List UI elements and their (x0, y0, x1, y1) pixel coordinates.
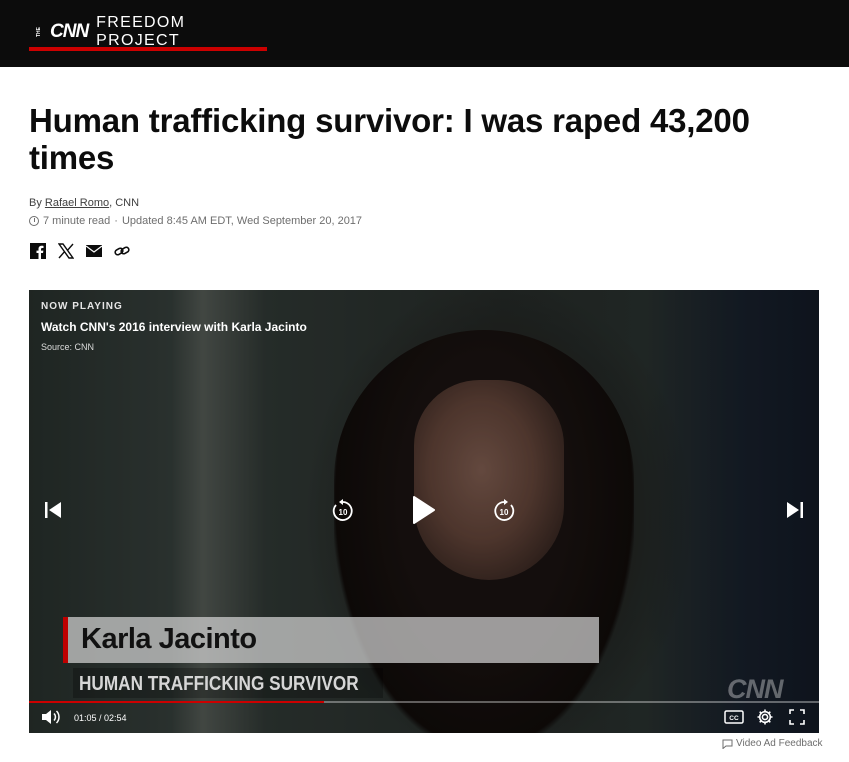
captions-icon[interactable]: CC (724, 709, 744, 725)
fullscreen-icon[interactable] (788, 708, 806, 726)
forward-10-icon[interactable]: 10 (491, 498, 517, 524)
play-icon (413, 496, 435, 524)
x-icon[interactable] (57, 242, 75, 260)
feedback-icon (722, 739, 733, 749)
replay-10-label: 10 (339, 508, 348, 517)
lower-third-name: Karla Jacinto (81, 623, 257, 655)
play-button[interactable] (408, 493, 440, 527)
video-time: 01:05 / 02:54 (74, 713, 127, 723)
lower-third-role: HUMAN TRAFFICKING SURVIVOR (79, 673, 359, 695)
byline: By Rafael Romo, CNN (29, 197, 139, 209)
captions-label: CC (729, 715, 739, 722)
cnn-freedom-project-logo[interactable]: THE CNN FREEDOM PROJECT (29, 13, 267, 51)
meta-separator: · (114, 215, 118, 227)
clock-icon (29, 216, 39, 226)
progress-fill (29, 701, 324, 703)
forward-10-label: 10 (500, 508, 509, 517)
byline-prefix: By (29, 197, 45, 209)
settings-icon[interactable] (756, 708, 774, 726)
video-player[interactable]: NOW PLAYING Watch CNN's 2016 interview w… (29, 290, 819, 733)
cnn-logo: CNN (50, 21, 89, 42)
logo-the-text: THE (36, 27, 42, 37)
video-title: Watch CNN's 2016 interview with Karla Ja… (41, 320, 307, 334)
read-time: 7 minute read (43, 215, 111, 227)
volume-icon[interactable] (41, 709, 61, 725)
replay-10-icon[interactable]: 10 (330, 498, 356, 524)
facebook-icon[interactable] (29, 242, 47, 260)
video-ad-feedback-link[interactable]: Video Ad Feedback (722, 738, 823, 749)
top-bar: THE CNN FREEDOM PROJECT (0, 0, 849, 67)
next-icon[interactable] (783, 498, 807, 522)
link-icon[interactable] (113, 242, 131, 260)
updated-timestamp: Updated 8:45 AM EDT, Wed September 20, 2… (121, 215, 363, 227)
article-headline: Human trafficking survivor: I was raped … (29, 102, 750, 176)
author-link[interactable]: Rafael Romo (45, 197, 109, 209)
brand-accent-bar (29, 47, 267, 51)
now-playing-label: NOW PLAYING (41, 301, 123, 312)
previous-icon[interactable] (41, 498, 65, 522)
video-source: Source: CNN (41, 342, 95, 352)
email-icon[interactable] (85, 242, 103, 260)
share-bar (29, 242, 131, 260)
byline-suffix: , CNN (109, 197, 140, 209)
article-meta: 7 minute read · Updated 8:45 AM EDT, Wed… (29, 215, 362, 227)
video-ad-feedback-label: Video Ad Feedback (736, 738, 823, 749)
section-title: FREEDOM PROJECT (96, 14, 186, 49)
